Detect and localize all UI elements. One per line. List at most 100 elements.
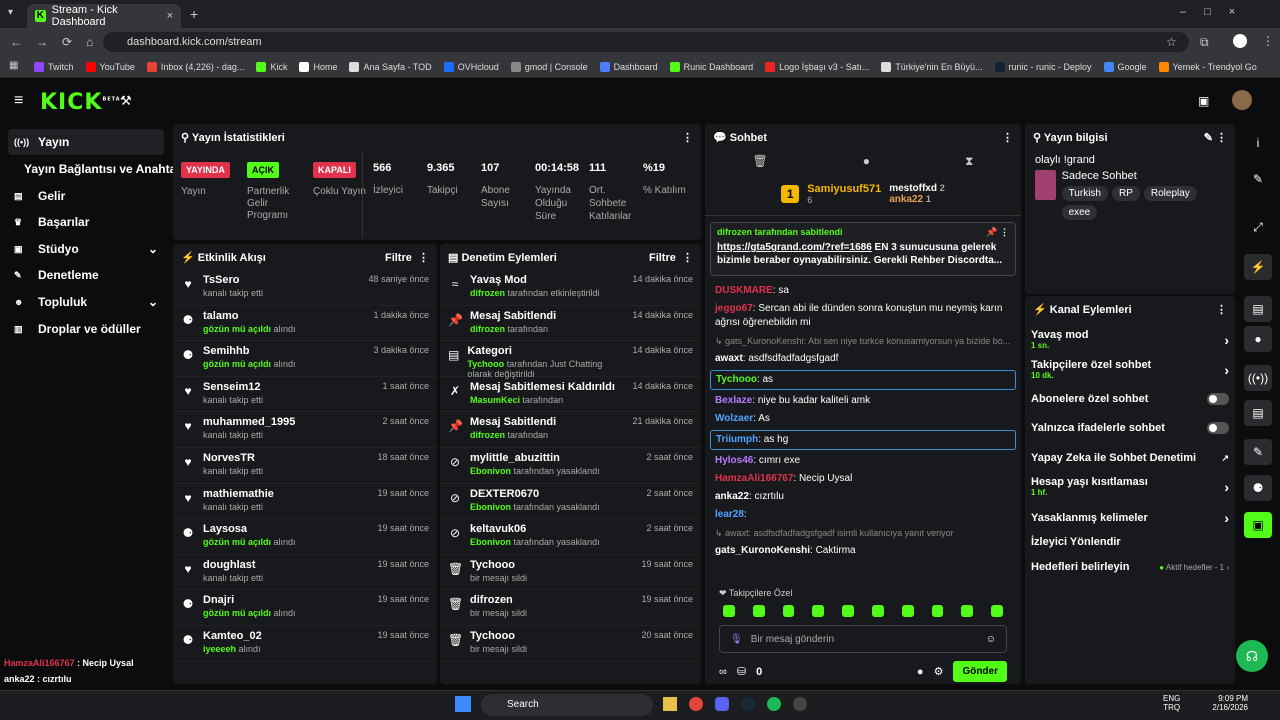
moderator-name[interactable]: Ebonivon (470, 466, 511, 476)
sidebar-item-0[interactable]: ((•)) Yayın (8, 129, 164, 155)
toggle-switch[interactable] (1207, 422, 1229, 434)
tag-chip[interactable]: Roleplay (1143, 186, 1197, 201)
tag-chip[interactable]: RP (1111, 186, 1140, 201)
support-icon[interactable]: ☊ (1236, 640, 1268, 672)
rail-button-9[interactable]: ⚈ (1244, 475, 1272, 501)
list-item[interactable]: ⚈ talamo gözün mü açıldı alındı 1 dakika ön… (173, 306, 437, 342)
app-icon[interactable] (793, 697, 807, 711)
table-row[interactable]: 🗑 Tychooo bir mesajı sildi 20 saat önce (440, 626, 701, 662)
hourglass-icon[interactable]: ⧗ (965, 154, 973, 169)
leader-third[interactable]: anka22 (889, 194, 923, 205)
chat-message[interactable]: anka22: cızrtılu (705, 488, 1021, 506)
channel-action-row[interactable]: Hesap yaşı kısıtlaması 1 hf. › (1031, 476, 1229, 497)
bookmark-item[interactable]: runic - runic - Deploy (994, 61, 1092, 72)
chat-message[interactable]: awaxt: asdfsdfadfadgsfgadf (705, 350, 1021, 368)
tag-chip[interactable]: Turkish (1061, 186, 1108, 201)
channel-action-row[interactable]: Yavaş mod 1 sn. › (1031, 329, 1229, 350)
table-row[interactable]: ✗ Mesaj Sabitlemesi Kaldırıldı MasumKeci t… (440, 377, 701, 413)
activity-user[interactable]: talamo (203, 310, 296, 322)
rail-button-0[interactable]: i (1244, 130, 1272, 156)
tag-chip[interactable]: exee (1061, 205, 1098, 220)
rail-button-10[interactable]: ▣ (1244, 512, 1272, 538)
camera-icon[interactable]: ▣ (1198, 94, 1209, 108)
emoji-icon[interactable]: ☺ (986, 634, 996, 645)
chat-message[interactable]: gats_KuronoKenshi: Caktirma (705, 542, 1021, 560)
moderator-name[interactable]: difrozen (470, 324, 505, 334)
window-controls[interactable]: –□× (1180, 6, 1253, 18)
moderator-name[interactable]: difrozen (470, 288, 505, 298)
bookmark-item[interactable]: Logo İşbaşı v3 - Satı... (765, 61, 869, 72)
chat-message[interactable]: jeggo67: Sercan abi ile dünden sonra kon… (705, 300, 1021, 332)
browser-tab[interactable]: K Stream - Kick Dashboard × (27, 4, 181, 28)
chat-username[interactable]: gats_KuronoKenshi (715, 545, 810, 556)
list-item[interactable]: ♥ mathiemathie kanalı takip etti 19 saat ön… (173, 484, 437, 520)
rail-button-7[interactable]: ▤ (1244, 400, 1272, 426)
url-field[interactable]: dashboard.kick.com/stream (103, 32, 1189, 52)
rail-button-4[interactable]: ▤ (1244, 296, 1272, 322)
pinned-message[interactable]: difrozen tarafından sabitlendi 📌 ⋮ https:… (710, 222, 1016, 276)
moderator-name[interactable]: Tychooo (467, 359, 504, 369)
extensions-icon[interactable]: ⧉ (1200, 35, 1209, 50)
chat-message[interactable]: ↳ gats_KuronoKenshi: Abi sen niye turkce… (705, 332, 1021, 350)
bookmark-item[interactable]: OVHcloud (443, 61, 499, 72)
emote-icon[interactable] (812, 605, 825, 617)
chat-username[interactable]: Hylos46 (715, 455, 753, 466)
sidebar-item-3[interactable]: ♛ Başarılar (8, 209, 164, 235)
channel-action-row[interactable]: Abonelere özel sohbet (1031, 393, 1229, 405)
list-item[interactable]: ♥ Senseim12 kanalı takip etti 1 saat önce (173, 377, 437, 413)
table-row[interactable]: 📌 Mesaj Sabitlendi difrozen tarafından 14 d… (440, 306, 701, 342)
bookmark-item[interactable]: Google (1103, 61, 1147, 72)
windows-start-icon[interactable] (455, 696, 471, 712)
bookmark-item[interactable]: Inbox (4,226) - dag... (146, 61, 244, 72)
mic-icon[interactable]: 🎙 (730, 634, 743, 645)
activity-filter-button[interactable]: Filtre (385, 252, 412, 264)
activity-user[interactable]: Laysosa (203, 523, 296, 535)
star-icon[interactable]: ☆ (1166, 35, 1177, 49)
close-tab-icon[interactable]: × (167, 10, 173, 22)
table-row[interactable]: ⊘ mylittle_abuzittin Ebonivon tarafından y… (440, 448, 701, 484)
table-row[interactable]: 🗑 Tychooo bir mesajı sildi 19 saat önce (440, 555, 701, 591)
emote-icon[interactable] (782, 605, 795, 617)
list-item[interactable]: ⚈ Kamteo_02 iyeeeeh alındı 19 saat önce (173, 626, 437, 662)
rail-button-3[interactable]: ⚡ (1244, 254, 1272, 280)
chat-username[interactable]: Tychooo (716, 374, 757, 385)
more-icon[interactable]: ⋮ (682, 252, 693, 264)
sidebar-item-4[interactable]: ▣ Stüdyo ⌄ (8, 236, 164, 262)
sidebar-item-7[interactable]: ▥ Droplar ve ödüller (8, 316, 164, 342)
chat-username[interactable]: jeggo67 (715, 303, 753, 314)
chat-message[interactable]: ↳ awaxt: asdfsdfadfadgsfgadf isimli kull… (705, 524, 1021, 542)
rail-button-6[interactable]: ((•)) (1244, 365, 1272, 391)
rail-button-1[interactable]: ✎ (1244, 166, 1272, 192)
category-thumbnail[interactable] (1035, 170, 1056, 200)
chat-message[interactable]: Wolzaer: As (705, 410, 1021, 428)
channel-action-row[interactable]: Yalnızca ifadelerle sohbet (1031, 422, 1229, 434)
activity-user[interactable]: mathiemathie (203, 488, 274, 500)
more-icon[interactable]: ⋮ (418, 252, 429, 264)
chrome-icon[interactable] (689, 697, 703, 711)
table-row[interactable]: ▤ Kategori Tychooo tarafından Just Chattin… (440, 341, 701, 379)
sidebar-item-6[interactable]: ☻ Topluluk ⌄ (8, 289, 164, 315)
profile-icon[interactable] (1233, 34, 1247, 48)
channel-action-row[interactable]: Yasaklanmış kelimeler › (1031, 510, 1229, 526)
bookmark-item[interactable]: YouTube (85, 61, 135, 72)
sidebar-item-5[interactable]: ✎ Denetleme (8, 262, 164, 288)
list-item[interactable]: ⚈ Laysosa gözün mü açıldı alındı 19 saat ön… (173, 519, 437, 555)
chat-input[interactable]: 🎙 Bir mesaj gönderin ☺ (719, 625, 1007, 653)
hamburger-icon[interactable]: ≡ (14, 92, 23, 110)
steam-icon[interactable] (741, 697, 755, 711)
activity-user[interactable]: Kamteo_02 (203, 630, 262, 642)
emote-icon[interactable] (901, 605, 914, 617)
table-row[interactable]: ⊘ keltavuk06 Ebonivon tarafından yasakland… (440, 519, 701, 555)
channel-action-row[interactable]: Hedefleri belirleyin ● Aktif hedefler - 1… (1031, 561, 1229, 573)
language-indicator[interactable]: ENG TRQ (1163, 694, 1180, 712)
moderator-name[interactable]: Ebonivon (470, 502, 511, 512)
new-tab-icon[interactable]: + (190, 6, 198, 22)
menu-icon[interactable]: ⋮ (1262, 34, 1274, 48)
list-item[interactable]: ♥ doughlast kanalı takip etti 19 saat önce (173, 555, 437, 591)
chat-username[interactable]: Wolzaer (715, 413, 753, 424)
chat-username[interactable]: lear28 (715, 509, 744, 520)
edit-icon[interactable]: ✎ ⋮ (1204, 131, 1227, 144)
pin-icon[interactable]: 📌 ⋮ (986, 227, 1009, 238)
list-item[interactable]: ♥ NorvesTR kanalı takip etti 18 saat önce (173, 448, 437, 484)
channel-action-row[interactable]: Yapay Zeka ile Sohbet Denetimi ↗ (1031, 452, 1229, 464)
